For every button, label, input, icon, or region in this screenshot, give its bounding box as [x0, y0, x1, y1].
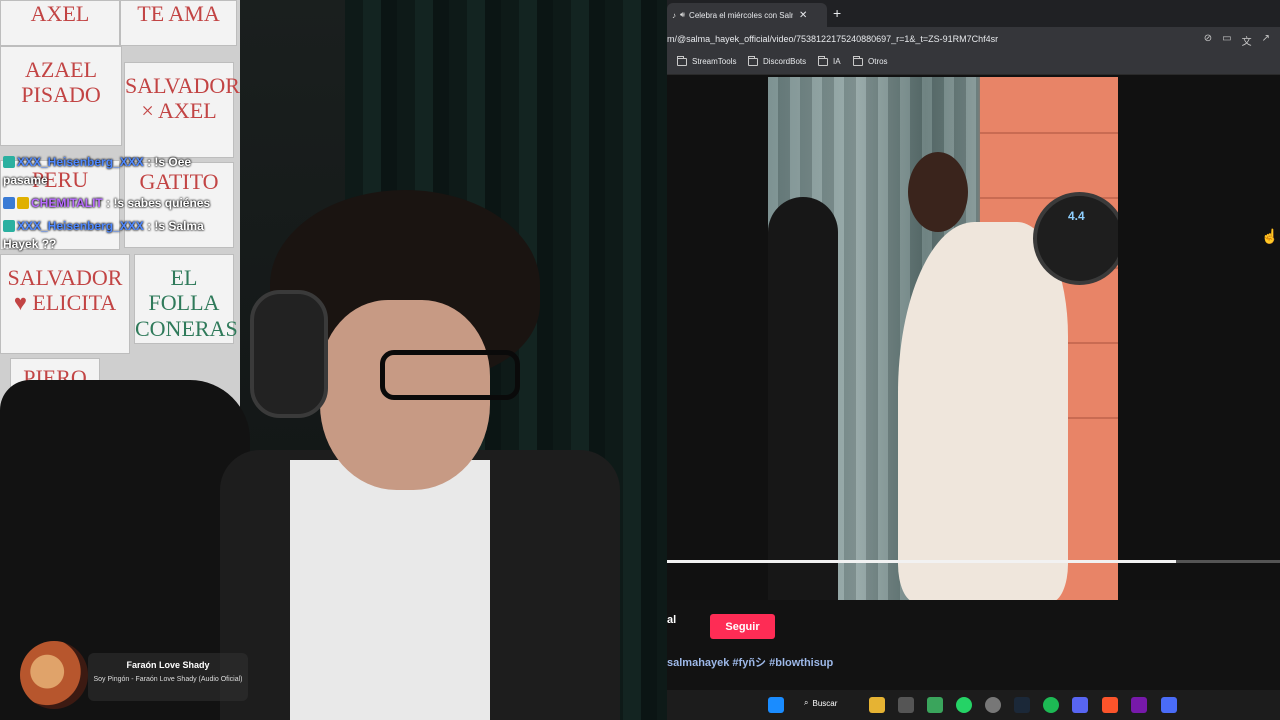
now-playing-widget: Faraón Love Shady Soy Pingón - Faraón Lo… — [20, 641, 250, 711]
streamer — [220, 190, 620, 720]
sign-salvador-axel: SALVADOR × AXEL — [124, 62, 240, 158]
follow-button[interactable]: Seguir — [710, 614, 775, 639]
url-text[interactable]: m/@salma_hayek_official/video/7538122175… — [667, 34, 998, 44]
chat-username: CHEMITALIT — [31, 196, 103, 210]
song-artist: Faraón Love Shady — [126, 660, 210, 670]
discord-icon[interactable] — [1072, 697, 1088, 713]
chat-message: XXX_Heisenberg_XXX : !s Oee pasame — [3, 153, 233, 189]
share-icon[interactable]: ↗ — [1262, 33, 1270, 48]
speaker-icon[interactable]: 🔊︎ — [680, 10, 685, 20]
folder-icon — [853, 55, 863, 66]
chrome-icon[interactable] — [927, 697, 943, 713]
folder-icon — [677, 55, 687, 66]
video-progress-bar[interactable] — [667, 560, 1280, 563]
now-playing-info: Faraón Love Shady Soy Pingón - Faraón Lo… — [88, 653, 248, 701]
page-content: 4.4 ☝ — [667, 75, 1280, 600]
bookmark-discordbots[interactable]: DiscordBots — [748, 55, 807, 66]
light-readout: 4.4 — [1068, 209, 1085, 223]
webcam-feed: AXEL TE AMA AZAEL PISADO SALVADOR × AXEL… — [0, 0, 667, 720]
door-panel-line — [980, 132, 1118, 134]
song-title: Soy Pingón - Faraón Love Shady (Audio Of… — [93, 676, 243, 683]
chat-overlay: XXX_Heisenberg_XXX : !s Oee pasame CHEMI… — [3, 153, 233, 258]
glasses — [380, 350, 520, 400]
sign-salvador-elicita: SALVADOR ♥ ELICITA — [0, 254, 130, 354]
chat-message: XXX_Heisenberg_XXX : !s Salma Hayek ?? — [3, 217, 233, 253]
bookmark-otros[interactable]: Otros — [853, 55, 888, 66]
video-player[interactable]: 4.4 — [768, 77, 1118, 600]
settings-app-icon[interactable] — [898, 697, 914, 713]
chat-badge-icon — [3, 156, 15, 168]
post-info: al Seguir salmahayek #fyñシ #blowthisup — [667, 600, 1280, 690]
address-bar-actions: ⊘ ▭ 文 ↗ — [1204, 33, 1270, 48]
chat-text: : !s sabes quiénes — [106, 196, 211, 210]
sign-azael: AZAEL PISADO — [0, 46, 122, 146]
chat-message: CHEMITALIT : !s sabes quiénes — [3, 194, 233, 212]
file-explorer-icon[interactable] — [869, 697, 885, 713]
bookmark-label: Otros — [868, 57, 888, 66]
apron — [290, 460, 490, 720]
subject-head — [908, 152, 968, 232]
translate-icon[interactable]: 文 — [1242, 33, 1252, 48]
foreground-shadow — [768, 197, 838, 600]
spotify-icon[interactable] — [1043, 697, 1059, 713]
chat-badge-icon — [3, 220, 15, 232]
chat-username: XXX_Heisenberg_XXX — [17, 155, 144, 169]
whatsapp-icon[interactable] — [956, 697, 972, 713]
app-icon[interactable] — [1161, 697, 1177, 713]
cast-icon[interactable]: ▭ — [1222, 33, 1231, 48]
crown-badge-icon — [17, 197, 29, 209]
bookmark-label: StreamTools — [692, 57, 737, 66]
headset — [250, 290, 328, 418]
reader-mode-icon[interactable]: ⊘ — [1204, 33, 1212, 48]
chat-badge-icon — [3, 197, 15, 209]
studio-light — [1033, 192, 1118, 285]
bookmark-label: DiscordBots — [763, 57, 807, 66]
bookmark-ia[interactable]: IA — [818, 55, 841, 66]
close-tab-icon[interactable]: ✕ — [799, 10, 807, 21]
windows-start-icon[interactable] — [768, 697, 784, 713]
browser-window: ♪ 🔊︎ Celebra el miércoles con Salm ✕ + m… — [667, 0, 1280, 720]
tab-strip: ♪ 🔊︎ Celebra el miércoles con Salm ✕ + — [667, 0, 1280, 27]
sign-te-ama: TE AMA — [120, 0, 237, 46]
folder-icon — [748, 55, 758, 66]
steam-icon[interactable] — [1014, 697, 1030, 713]
taskbar-search[interactable]: ⌕ Buscar — [804, 698, 837, 708]
obs-icon[interactable] — [985, 697, 1001, 713]
onenote-icon[interactable] — [1131, 697, 1147, 713]
album-art — [20, 641, 88, 709]
address-bar[interactable]: m/@salma_hayek_official/video/7538122175… — [667, 27, 1280, 52]
white-dress — [898, 222, 1068, 600]
hand-cursor-icon: ☝ — [1261, 228, 1279, 244]
bookmark-streamtools[interactable]: StreamTools — [677, 55, 737, 66]
chat-username: XXX_Heisenberg_XXX — [17, 219, 144, 233]
video-progress-fill — [667, 560, 1176, 563]
post-hashtags[interactable]: salmahayek #fyñシ #blowthisup — [667, 654, 833, 670]
new-tab-icon[interactable]: + — [833, 5, 841, 21]
folder-icon — [818, 55, 828, 66]
username-fragment: al — [667, 614, 677, 626]
brave-icon[interactable] — [1102, 697, 1118, 713]
bookmarks-bar: StreamTools DiscordBots IA Otros — [667, 52, 1280, 75]
tiktok-icon: ♪ — [672, 10, 676, 20]
taskbar: ⌕ Buscar — [667, 690, 1280, 720]
tab-title: Celebra el miércoles con Salm — [689, 10, 794, 20]
search-label: Buscar — [812, 698, 838, 708]
search-icon: ⌕ — [804, 698, 809, 707]
sign-axel: AXEL — [0, 0, 120, 46]
active-tab[interactable]: ♪ 🔊︎ Celebra el miércoles con Salm ✕ — [667, 3, 827, 27]
sign-el-folla: EL FOLLA CONERAS — [134, 254, 238, 344]
bookmark-label: IA — [833, 57, 841, 66]
